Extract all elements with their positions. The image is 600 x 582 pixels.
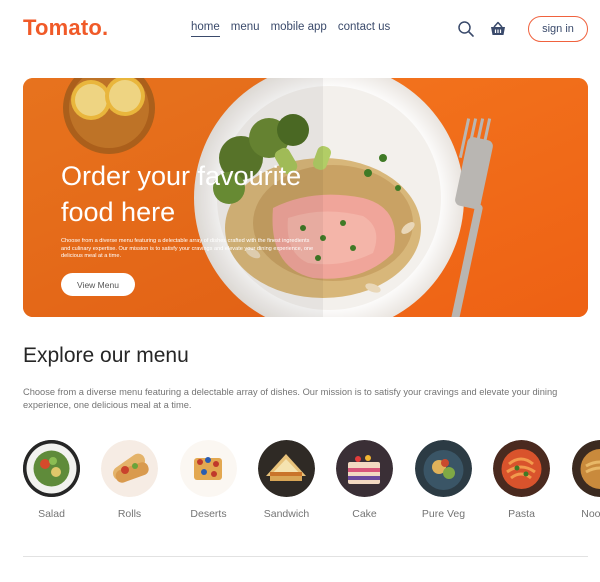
sandwich-image: [258, 440, 315, 497]
explore-menu-title: Explore our menu: [23, 344, 189, 367]
view-menu-button[interactable]: View Menu: [61, 273, 135, 296]
deserts-image: [180, 440, 237, 497]
menu-item-label: Rolls: [117, 508, 142, 520]
menu-item-label: Pasta: [508, 508, 535, 520]
menu-item-noodles[interactable]: Noodles: [572, 440, 600, 520]
menu-item-label: Salad: [38, 508, 65, 520]
menu-item-label: Sandwich: [263, 508, 310, 520]
menu-item-label: Deserts: [190, 508, 227, 520]
basket-icon[interactable]: [488, 19, 508, 39]
menu-item-pasta[interactable]: Pasta: [493, 440, 550, 520]
sign-in-button[interactable]: sign in: [528, 16, 588, 42]
section-divider: [23, 556, 588, 557]
hero-banner: Order your favourite food here Choose fr…: [23, 78, 588, 317]
menu-item-rolls[interactable]: Rolls: [101, 440, 158, 520]
menu-category-list: Salad Rolls Deserts Sandwich Cake Pure V…: [23, 440, 600, 530]
menu-item-label: Noodles: [581, 508, 600, 520]
rolls-image: [101, 440, 158, 497]
pasta-image: [493, 440, 550, 497]
menu-item-deserts[interactable]: Deserts: [180, 440, 237, 520]
nav-right: sign in: [456, 16, 588, 42]
menu-item-salad[interactable]: Salad: [23, 440, 80, 520]
explore-menu-text: Choose from a diverse menu featuring a d…: [23, 387, 558, 410]
menu-item-label: Pure Veg: [421, 508, 466, 520]
hero-description: Choose from a diverse menu featuring a d…: [61, 238, 314, 259]
nav-item-contact-us[interactable]: contact us: [338, 21, 390, 37]
nav-menu: home menu mobile app contact us: [191, 21, 401, 37]
nav-item-menu[interactable]: menu: [231, 21, 260, 37]
search-icon[interactable]: [456, 19, 476, 39]
noodles-image: [572, 440, 600, 497]
navbar: Tomato. home menu mobile app contact us …: [0, 0, 600, 60]
nav-item-mobile-app[interactable]: mobile app: [271, 21, 327, 37]
logo[interactable]: Tomato.: [23, 15, 108, 41]
menu-item-pure-veg[interactable]: Pure Veg: [415, 440, 472, 520]
hero-title: Order your favourite food here: [61, 161, 302, 227]
cake-image: [336, 440, 393, 497]
salad-image: [23, 440, 80, 497]
menu-item-cake[interactable]: Cake: [336, 440, 393, 520]
pure-veg-image: [415, 440, 472, 497]
menu-item-label: Cake: [352, 508, 377, 520]
menu-item-sandwich[interactable]: Sandwich: [258, 440, 315, 520]
nav-item-home[interactable]: home: [191, 21, 220, 37]
